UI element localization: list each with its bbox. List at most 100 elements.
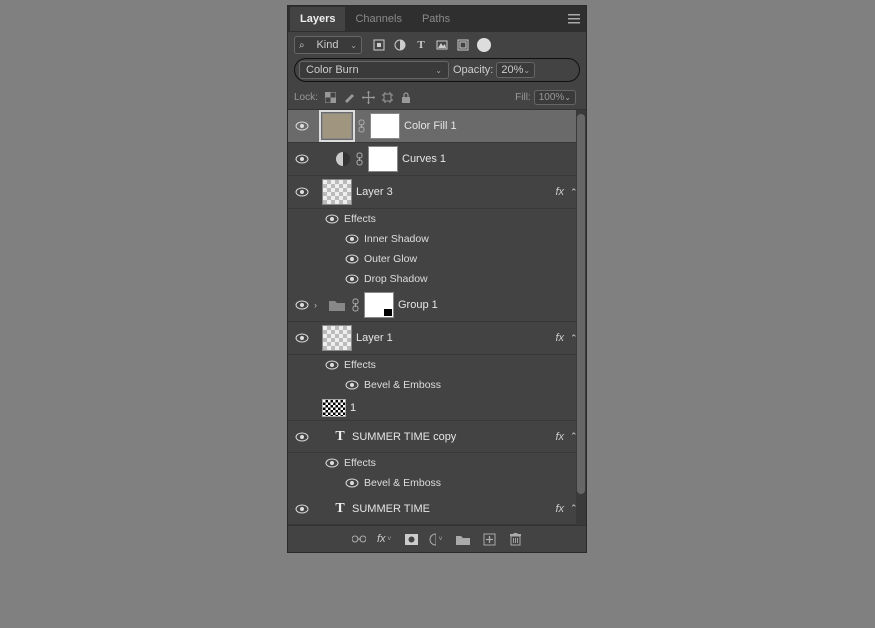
- mask-thumbnail[interactable]: [368, 146, 398, 172]
- panel-menu-icon[interactable]: [562, 13, 586, 25]
- layers-scrollbar[interactable]: [576, 110, 586, 525]
- effects-heading[interactable]: Effects: [288, 453, 586, 473]
- visibility-icon[interactable]: [344, 477, 360, 489]
- new-adjustment-icon[interactable]: ˅: [429, 531, 445, 547]
- mask-thumbnail[interactable]: [364, 292, 394, 318]
- lock-transparency-icon[interactable]: [324, 91, 337, 104]
- tab-paths[interactable]: Paths: [412, 7, 460, 31]
- mask-thumbnail[interactable]: [370, 113, 400, 139]
- effect-drop-shadow[interactable]: Drop Shadow: [288, 269, 586, 289]
- effect-label: Outer Glow: [364, 253, 582, 265]
- type-layer-icon: T: [332, 429, 348, 445]
- effect-label: Inner Shadow: [364, 233, 582, 245]
- visibility-icon[interactable]: [324, 213, 340, 225]
- layer-label: SUMMER TIME: [352, 503, 551, 515]
- visibility-icon[interactable]: [294, 503, 310, 515]
- filter-shape-icon[interactable]: [435, 38, 449, 52]
- layer-label: Layer 3: [356, 186, 551, 198]
- scrollbar-thumb[interactable]: [577, 114, 585, 494]
- visibility-icon[interactable]: [294, 153, 310, 165]
- filter-pixel-icon[interactable]: [372, 38, 386, 52]
- delete-layer-icon[interactable]: [507, 531, 523, 547]
- chevron-down-icon: ⌄: [435, 66, 442, 75]
- layer-row-curves-1[interactable]: Curves 1: [288, 143, 586, 176]
- layer-label: 1: [350, 402, 582, 414]
- tab-layers[interactable]: Layers: [290, 7, 345, 31]
- filter-toggle-indicator[interactable]: [477, 38, 491, 52]
- chevron-down-icon: ⌄: [523, 66, 530, 75]
- layer-label: SUMMER TIME copy: [352, 431, 551, 443]
- visibility-icon[interactable]: [344, 379, 360, 391]
- tab-channels[interactable]: Channels: [345, 7, 411, 31]
- visibility-icon[interactable]: [344, 233, 360, 245]
- link-icon: [354, 152, 364, 166]
- layer-row-color-fill-1[interactable]: Color Fill 1: [288, 110, 586, 143]
- layer-style-icon[interactable]: fx˅: [377, 531, 393, 547]
- blend-mode-value: Color Burn: [306, 64, 359, 76]
- effect-label: Drop Shadow: [364, 273, 582, 285]
- fill-value: 100%: [539, 92, 565, 103]
- layer-thumbnail[interactable]: [322, 179, 352, 205]
- effects-label: Effects: [344, 457, 582, 469]
- filter-buttons: T: [372, 38, 491, 52]
- kind-select[interactable]: ⌕ Kind ⌄: [294, 36, 362, 54]
- layer-row-group-1[interactable]: › Group 1: [288, 289, 586, 322]
- fx-indicator: fx: [555, 431, 564, 443]
- chevron-down-icon: ⌄: [564, 93, 571, 102]
- layer-label: Color Fill 1: [404, 120, 582, 132]
- kind-label: Kind: [316, 39, 338, 51]
- layer-row-layer-3[interactable]: Layer 3 fx ⌃: [288, 176, 586, 209]
- visibility-icon[interactable]: [344, 253, 360, 265]
- adjustment-icon: [336, 152, 350, 166]
- fill-input[interactable]: 100% ⌄: [534, 90, 576, 105]
- search-icon: ⌕: [299, 40, 305, 51]
- visibility-icon[interactable]: [344, 273, 360, 285]
- visibility-icon[interactable]: [324, 359, 340, 371]
- new-layer-icon[interactable]: [481, 531, 497, 547]
- filter-adjustment-icon[interactable]: [393, 38, 407, 52]
- visibility-icon[interactable]: [294, 431, 310, 443]
- visibility-icon[interactable]: [324, 457, 340, 469]
- layers-list: Color Fill 1 Curves 1 Layer 3 fx ⌃ Effec…: [288, 109, 586, 525]
- effect-bevel-emboss[interactable]: Bevel & Emboss: [288, 375, 586, 395]
- link-icon: [350, 298, 360, 312]
- link-icon: [356, 119, 366, 133]
- effects-label: Effects: [344, 213, 582, 225]
- layer-thumbnail[interactable]: [322, 113, 352, 139]
- effects-heading[interactable]: Effects: [288, 355, 586, 375]
- filter-type-icon[interactable]: T: [414, 38, 428, 52]
- blend-row: Color Burn ⌄ Opacity: 20% ⌄: [288, 58, 586, 86]
- layer-thumbnail[interactable]: [322, 399, 346, 417]
- fx-indicator: fx: [555, 332, 564, 344]
- layer-label: Curves 1: [402, 153, 582, 165]
- visibility-icon[interactable]: [294, 299, 310, 311]
- layer-row-layer-1[interactable]: Layer 1 fx ⌃: [288, 322, 586, 355]
- link-layers-icon[interactable]: [351, 531, 367, 547]
- layer-row-summer-time-copy[interactable]: T SUMMER TIME copy fx ⌃: [288, 421, 586, 453]
- new-group-icon[interactable]: [455, 531, 471, 547]
- fill-group: Fill: 100% ⌄: [515, 90, 580, 105]
- blend-mode-select[interactable]: Color Burn ⌄: [299, 61, 449, 79]
- opacity-value: 20%: [501, 64, 523, 76]
- effects-label: Effects: [344, 359, 582, 371]
- expand-group-icon[interactable]: ›: [314, 300, 324, 310]
- layer-thumbnail[interactable]: [322, 325, 352, 351]
- lock-all-icon[interactable]: [400, 91, 413, 104]
- lock-pixels-icon[interactable]: [343, 91, 356, 104]
- visibility-icon[interactable]: [294, 186, 310, 198]
- layer-mask-icon[interactable]: [403, 531, 419, 547]
- effect-bevel-emboss[interactable]: Bevel & Emboss: [288, 473, 586, 493]
- effect-outer-glow[interactable]: Outer Glow: [288, 249, 586, 269]
- panel-tabs: Layers Channels Paths: [288, 6, 586, 32]
- opacity-input[interactable]: 20% ⌄: [496, 62, 535, 78]
- visibility-icon[interactable]: [294, 332, 310, 344]
- lock-artboard-icon[interactable]: [381, 91, 394, 104]
- visibility-icon[interactable]: [294, 120, 310, 132]
- effects-heading[interactable]: Effects: [288, 209, 586, 229]
- filter-row: ⌕ Kind ⌄ T: [288, 32, 586, 58]
- filter-smartobj-icon[interactable]: [456, 38, 470, 52]
- lock-position-icon[interactable]: [362, 91, 375, 104]
- layer-row-1[interactable]: 1: [288, 395, 586, 421]
- effect-inner-shadow[interactable]: Inner Shadow: [288, 229, 586, 249]
- layer-row-summer-time[interactable]: T SUMMER TIME fx ⌃: [288, 493, 586, 525]
